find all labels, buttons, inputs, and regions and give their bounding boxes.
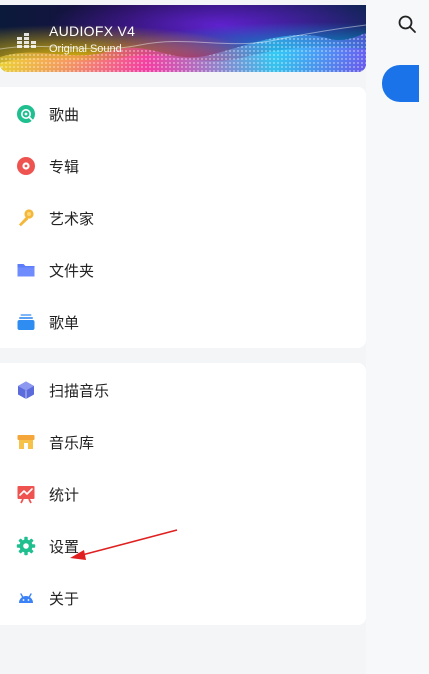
app-screen: AUDIOFX V4 Original Sound 歌曲 专辑 艺术家 文件夹 … xyxy=(0,0,429,674)
menu-item-settings[interactable]: 设置 xyxy=(0,520,366,572)
equalizer-logo-icon xyxy=(17,33,36,48)
drawer-header-banner: AUDIOFX V4 Original Sound xyxy=(0,5,366,72)
folder-icon xyxy=(16,260,36,280)
menu-item-statistics[interactable]: 统计 xyxy=(0,468,366,520)
floating-action-button[interactable] xyxy=(382,65,419,102)
menu-item-folders[interactable]: 文件夹 xyxy=(0,244,366,296)
menu-item-label: 音乐库 xyxy=(49,433,95,452)
menu-item-label: 扫描音乐 xyxy=(49,381,110,400)
menu-item-albums[interactable]: 专辑 xyxy=(0,140,366,192)
chart-board-icon xyxy=(16,484,36,504)
search-button[interactable] xyxy=(393,10,421,38)
app-subtitle: Original Sound xyxy=(49,43,122,55)
menu-item-label: 文件夹 xyxy=(49,261,95,280)
menu-item-label: 统计 xyxy=(49,485,80,504)
menu-item-label: 设置 xyxy=(49,537,80,556)
menu-item-playlists[interactable]: 歌单 xyxy=(0,296,366,348)
menu-item-label: 专辑 xyxy=(49,157,80,176)
menu-item-label: 歌曲 xyxy=(49,105,80,124)
microphone-icon xyxy=(16,208,36,228)
search-icon xyxy=(398,15,416,33)
app-title: AUDIOFX V4 xyxy=(49,23,136,39)
store-icon xyxy=(16,432,36,452)
android-icon xyxy=(16,588,36,608)
gear-icon xyxy=(16,536,36,556)
menu-item-artists[interactable]: 艺术家 xyxy=(0,192,366,244)
menu-item-about[interactable]: 关于 xyxy=(0,572,366,624)
menu-item-label: 艺术家 xyxy=(49,209,95,228)
navigation-drawer: AUDIOFX V4 Original Sound 歌曲 专辑 艺术家 文件夹 … xyxy=(0,0,366,674)
disc-icon xyxy=(16,104,36,124)
menu-item-songs[interactable]: 歌曲 xyxy=(0,88,366,140)
menu-item-label: 关于 xyxy=(49,589,80,608)
playlist-icon xyxy=(16,312,36,332)
tools-menu-card: 扫描音乐 音乐库 统计 设置 关于 xyxy=(0,363,366,625)
album-icon xyxy=(16,156,36,176)
menu-item-label: 歌单 xyxy=(49,313,80,332)
scan-cube-icon xyxy=(16,380,36,400)
menu-item-scan-music[interactable]: 扫描音乐 xyxy=(0,364,366,416)
menu-item-music-library[interactable]: 音乐库 xyxy=(0,416,366,468)
library-menu-card: 歌曲 专辑 艺术家 文件夹 歌单 xyxy=(0,87,366,348)
